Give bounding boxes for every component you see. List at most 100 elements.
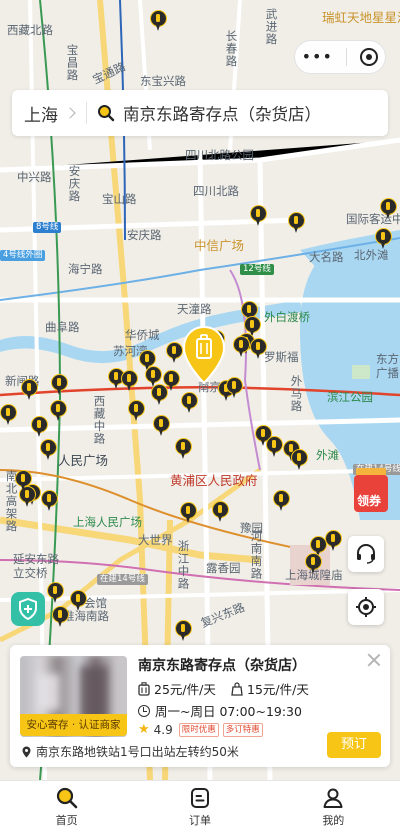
map-label: 人民广场 xyxy=(58,453,109,468)
order-icon xyxy=(190,788,209,808)
star-icon: ★ xyxy=(138,722,150,737)
crosshair-icon xyxy=(356,597,376,617)
locker-pin[interactable] xyxy=(52,606,69,629)
metro-line-tag: 12号线 xyxy=(240,264,274,276)
store-title: 南京东路寄存点（杂货店） xyxy=(138,658,306,674)
city-selector[interactable]: 上海 xyxy=(12,101,76,126)
map-label: 天潼路 xyxy=(177,302,212,316)
map-label: 黄浦区人民政府 xyxy=(170,473,258,488)
rating-score: 4.9 xyxy=(153,722,173,737)
locker-pin[interactable] xyxy=(51,374,68,397)
search-icon xyxy=(98,105,115,122)
tab-orders[interactable]: 订单 xyxy=(133,781,266,832)
map-label: 河南南路 xyxy=(249,530,264,580)
locker-pin[interactable] xyxy=(181,392,198,415)
search-divider xyxy=(86,102,87,124)
locker-pin[interactable] xyxy=(266,436,283,459)
clock-icon xyxy=(138,704,150,717)
locker-pin[interactable] xyxy=(180,502,197,525)
locker-pin[interactable] xyxy=(31,416,48,439)
locker-pin[interactable] xyxy=(233,336,250,359)
map-label: 罗斯福 xyxy=(264,350,299,364)
map-label: 安庆路 xyxy=(67,165,82,203)
map-label: 瑞虹天地星星汇 xyxy=(322,10,400,25)
locker-pin[interactable] xyxy=(21,379,38,402)
map-label: 中信广场 xyxy=(194,238,245,253)
tab-home[interactable]: 首页 xyxy=(0,781,133,832)
locker-pin[interactable] xyxy=(153,415,170,438)
locker-pin[interactable] xyxy=(150,10,167,33)
locker-pin[interactable] xyxy=(121,370,138,393)
locker-pin[interactable] xyxy=(41,490,58,513)
tag-multi-order: 多订特惠 xyxy=(222,722,263,737)
locker-pin[interactable] xyxy=(151,384,168,407)
tab-label: 首页 xyxy=(55,814,78,827)
locker-pin[interactable] xyxy=(226,377,243,400)
chevron-right-icon xyxy=(64,107,76,119)
locker-pin[interactable] xyxy=(70,590,87,613)
map-label: 宝山路 xyxy=(102,192,137,206)
locker-pin[interactable] xyxy=(375,228,392,251)
coupon-button[interactable]: 领券 xyxy=(352,466,390,516)
locker-pin[interactable] xyxy=(250,205,267,228)
more-menu-icon[interactable]: ••• xyxy=(302,49,333,65)
opening-hours-text: 周一~周日 07:00~19:30 xyxy=(155,704,302,719)
locker-pin[interactable] xyxy=(175,620,192,643)
locker-pin[interactable] xyxy=(212,501,229,524)
search-bar[interactable]: 上海 南京东路寄存点（杂货店） xyxy=(12,90,388,136)
map-label: 立交桥 xyxy=(13,566,48,580)
locker-pin[interactable] xyxy=(50,400,67,423)
locker-pin[interactable] xyxy=(250,338,267,361)
locker-pin[interactable] xyxy=(291,449,308,472)
map-label: 大名路 xyxy=(309,250,344,264)
locker-pin[interactable] xyxy=(40,439,57,462)
map-label: 露香园 xyxy=(206,561,241,575)
insurance-button[interactable] xyxy=(11,592,45,626)
map-label: 东方 xyxy=(376,352,399,366)
locker-pin[interactable] xyxy=(128,400,145,423)
search-input[interactable]: 南京东路寄存点（杂货店） xyxy=(123,101,321,125)
map-label: 外滩 xyxy=(316,448,339,462)
locker-pin[interactable] xyxy=(175,438,192,461)
map-label: 外白渡桥 xyxy=(264,310,310,324)
tab-label: 订单 xyxy=(188,814,211,827)
price-large-luggage: 25元/件/天 xyxy=(138,679,216,698)
locker-pin[interactable] xyxy=(0,404,17,427)
location-icon xyxy=(22,746,31,757)
locker-pin[interactable] xyxy=(380,198,397,221)
tag-limited-offer: 限时优惠 xyxy=(178,722,219,737)
profile-icon xyxy=(323,788,343,808)
store-info-card[interactable]: 安心寄存 · 认证商家 南京东路寄存点（杂货店） 25元/件/天 15元/件/天… xyxy=(10,645,390,767)
map-label: 西藏北路 xyxy=(7,23,53,37)
locker-pin[interactable] xyxy=(288,212,305,235)
map-label: 广播 xyxy=(376,366,399,380)
locate-me-button[interactable] xyxy=(348,589,384,625)
bottom-tab-bar: 首页 订单 我的 xyxy=(0,780,400,832)
selected-pin-icon xyxy=(182,325,226,385)
locker-pin[interactable] xyxy=(15,470,32,493)
price-small-luggage: 15元/件/天 xyxy=(231,679,309,698)
selected-location-pin[interactable] xyxy=(181,325,227,385)
price-large-text: 25元/件/天 xyxy=(154,682,216,697)
shield-icon xyxy=(19,598,37,620)
map-label: 宝昌路 xyxy=(65,44,80,82)
bag-icon xyxy=(231,681,243,696)
map-label: 武进路 xyxy=(264,8,279,46)
search-icon xyxy=(56,787,77,809)
map-label: 四川北路 xyxy=(193,184,239,198)
locker-pin[interactable] xyxy=(47,582,64,605)
close-app-icon[interactable] xyxy=(360,48,379,66)
map-label: 延安东路 xyxy=(13,552,59,566)
locker-pin[interactable] xyxy=(305,553,322,576)
headset-icon xyxy=(357,544,375,564)
map-label: 安庆路 xyxy=(127,228,162,242)
map-label: 东宝兴路 xyxy=(140,74,186,88)
locker-pin[interactable] xyxy=(273,490,290,513)
tab-label: 我的 xyxy=(322,814,345,827)
close-icon[interactable] xyxy=(366,652,382,668)
map-label: 上海人民广场 xyxy=(73,515,142,529)
customer-service-button[interactable] xyxy=(348,536,384,572)
tab-profile[interactable]: 我的 xyxy=(267,781,400,832)
book-button[interactable]: 预订 xyxy=(327,732,381,758)
locker-pin[interactable] xyxy=(325,530,342,553)
